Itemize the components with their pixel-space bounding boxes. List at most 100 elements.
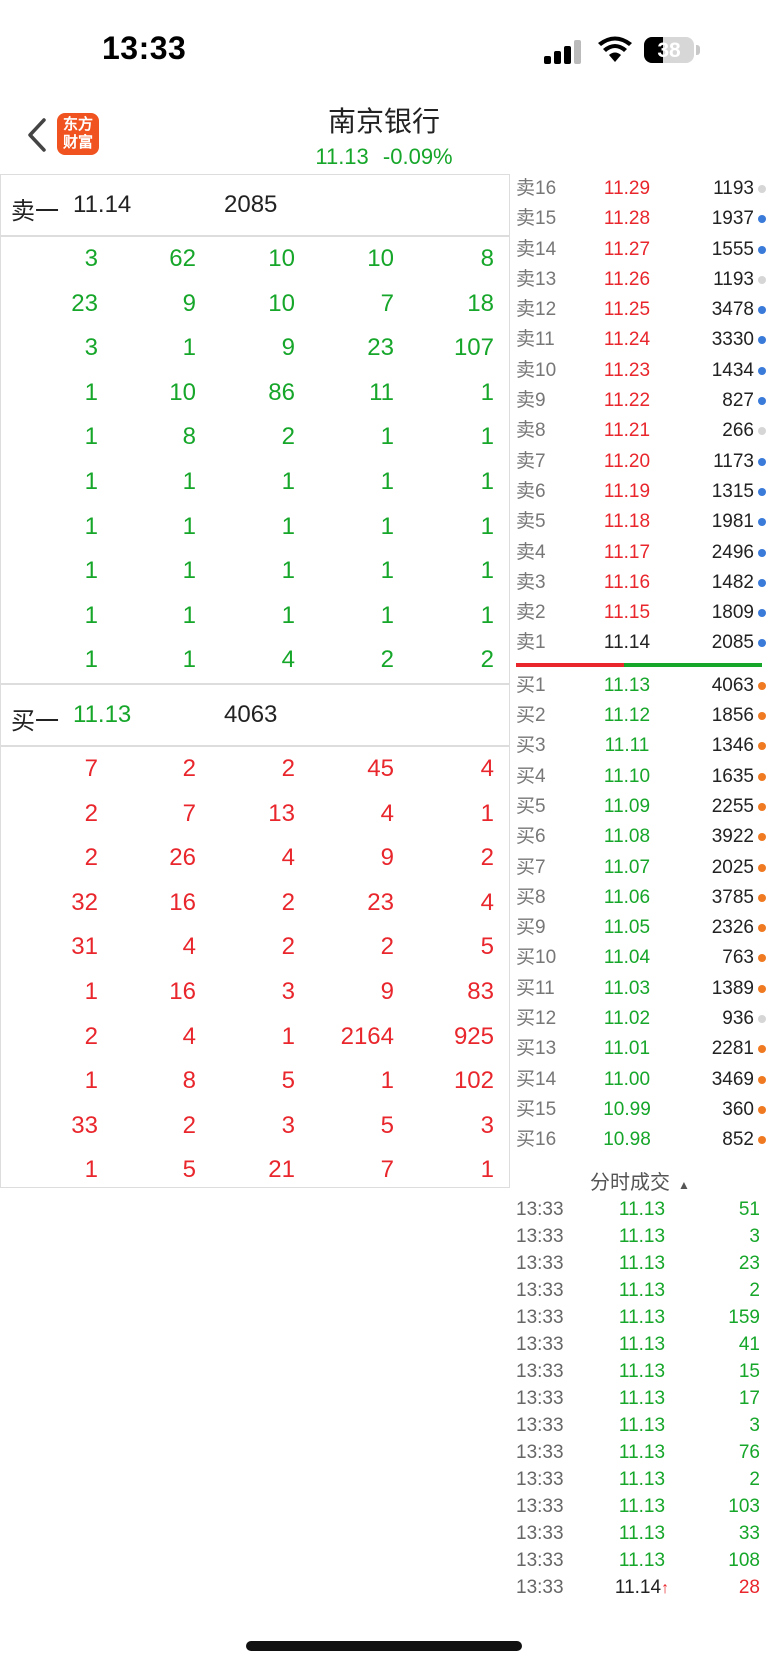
level-label: 卖13 xyxy=(516,268,557,290)
queue-cell: 1 xyxy=(380,1067,394,1095)
sell-one-header[interactable]: 卖一 11.14 2085 xyxy=(1,175,509,237)
level-label: 买1 xyxy=(516,674,546,696)
bid-level-row[interactable]: 买14 11.00 3469 xyxy=(512,1065,768,1095)
battery-icon: 38 xyxy=(644,37,694,63)
ask-level-row[interactable]: 卖8 11.21 266 xyxy=(512,416,768,446)
trade-time: 13:33 xyxy=(516,1199,564,1220)
queue-cell: 1 xyxy=(84,467,98,495)
bid-level-row[interactable]: 买8 11.06 3785 xyxy=(512,883,768,913)
level-dot-icon xyxy=(758,336,766,345)
bid-level-row[interactable]: 买2 11.12 1856 xyxy=(512,701,768,731)
queue-cell: 1 xyxy=(380,423,394,451)
bid-level-row[interactable]: 买5 11.09 2255 xyxy=(512,792,768,822)
queue-cell: 5 xyxy=(480,933,494,961)
trade-price: 11.13 xyxy=(592,1358,692,1385)
trade-price-value: 11.13 xyxy=(618,1469,666,1490)
queue-row: 3 62 10 10 8 xyxy=(1,237,509,282)
trade-price: 11.13 xyxy=(592,1466,692,1493)
trade-time: 13:33 xyxy=(516,1415,564,1436)
ask-level-row[interactable]: 卖2 11.15 1809 xyxy=(512,598,768,628)
ask-level-row[interactable]: 卖1 11.14 2085 xyxy=(512,628,768,658)
home-indicator[interactable] xyxy=(246,1641,522,1651)
level-price: 11.11 xyxy=(604,735,650,757)
level-volume: 763 xyxy=(722,947,754,969)
ask-level-row[interactable]: 卖16 11.29 1193 xyxy=(512,174,768,204)
trade-time: 13:33 xyxy=(516,1496,564,1517)
level-label: 买8 xyxy=(516,886,546,908)
sell-one-label: 卖一 xyxy=(11,198,59,225)
level-volume: 1173 xyxy=(713,450,754,472)
bid-level-row[interactable]: 买15 10.99 360 xyxy=(512,1095,768,1125)
bid-level-row[interactable]: 买4 11.10 1635 xyxy=(512,762,768,792)
queue-cell: 9 xyxy=(380,977,394,1005)
level-dot-icon xyxy=(758,802,766,811)
bid-level-row[interactable]: 买1 11.13 4063 xyxy=(512,671,768,701)
trade-row: 13:33 11.13 76 xyxy=(512,1439,768,1466)
buy-one-section: 买一 11.13 4063 7 2 2 45 4 2 7 13 4 1 2 26 4 9 2 32 16 2 23 4… xyxy=(1,683,509,1193)
level-volume: 1346 xyxy=(711,735,754,757)
level-price: 11.23 xyxy=(603,359,651,381)
trade-price-value: 11.13 xyxy=(618,1253,666,1274)
bid-level-row[interactable]: 买12 11.02 936 xyxy=(512,1004,768,1034)
bid-level-row[interactable]: 买16 10.98 852 xyxy=(512,1125,768,1155)
bid-level-row[interactable]: 买6 11.08 3922 xyxy=(512,822,768,852)
queue-row: 33 2 3 5 3 xyxy=(1,1104,509,1149)
queue-cell: 8 xyxy=(182,1067,196,1095)
level-dot-icon xyxy=(758,457,766,466)
queue-cell: 1 xyxy=(84,512,98,540)
level-label: 买12 xyxy=(516,1008,557,1030)
ask-level-row[interactable]: 卖6 11.19 1315 xyxy=(512,477,768,507)
level-price: 11.03 xyxy=(603,977,651,999)
level-price: 11.09 xyxy=(603,795,651,817)
trade-price: 11.13 xyxy=(592,1385,692,1412)
ask-level-row[interactable]: 卖9 11.22 827 xyxy=(512,386,768,416)
bid-level-row[interactable]: 买10 11.04 763 xyxy=(512,943,768,973)
ask-level-row[interactable]: 卖5 11.18 1981 xyxy=(512,507,768,537)
level-price: 11.20 xyxy=(603,450,651,472)
ask-level-row[interactable]: 卖12 11.25 3478 xyxy=(512,295,768,325)
queue-cell: 1 xyxy=(84,423,98,451)
level-dot-icon xyxy=(758,215,766,224)
level-label: 买7 xyxy=(516,856,546,878)
ask-level-row[interactable]: 卖15 11.28 1937 xyxy=(512,204,768,234)
queue-cell: 925 xyxy=(453,1022,494,1050)
trade-time: 13:33 xyxy=(516,1253,564,1274)
level-label: 卖9 xyxy=(516,390,546,412)
bid-level-row[interactable]: 买7 11.07 2025 xyxy=(512,853,768,883)
queue-cell: 4 xyxy=(182,1022,196,1050)
level-label: 卖6 xyxy=(516,480,546,502)
queue-cell: 1 xyxy=(182,512,196,540)
bid-level-row[interactable]: 买13 11.01 2281 xyxy=(512,1034,768,1064)
level-dot-icon xyxy=(758,984,766,993)
bid-level-row[interactable]: 买9 11.05 2326 xyxy=(512,913,768,943)
queue-row: 1 8 5 1 102 xyxy=(1,1059,509,1104)
trade-price: 11.13 xyxy=(592,1547,692,1574)
ask-level-row[interactable]: 卖11 11.24 3330 xyxy=(512,325,768,355)
ask-level-row[interactable]: 卖3 11.16 1482 xyxy=(512,568,768,598)
trade-volume: 103 xyxy=(728,1496,760,1517)
ask-level-row[interactable]: 卖4 11.17 2496 xyxy=(512,538,768,568)
level-price: 11.16 xyxy=(603,571,651,593)
trade-price: 11.13 xyxy=(592,1277,692,1304)
bid-level-row[interactable]: 买3 11.11 1346 xyxy=(512,731,768,761)
level-price: 11.25 xyxy=(603,299,651,321)
queue-cell: 8 xyxy=(480,245,494,272)
trade-price: 11.13 xyxy=(592,1412,692,1439)
queue-cell: 2 xyxy=(281,888,295,916)
level-price: 11.06 xyxy=(603,886,651,908)
buy-one-header[interactable]: 买一 11.13 4063 xyxy=(1,685,509,747)
queue-cell: 1 xyxy=(480,601,494,629)
trade-row: 13:33 11.13 3 xyxy=(512,1223,768,1250)
ask-level-row[interactable]: 卖13 11.26 1193 xyxy=(512,265,768,295)
trade-time: 13:33 xyxy=(516,1361,564,1382)
trade-price-value: 11.13 xyxy=(618,1496,666,1517)
ask-level-row[interactable]: 卖14 11.27 1555 xyxy=(512,235,768,265)
ask-level-row[interactable]: 卖10 11.23 1434 xyxy=(512,356,768,386)
ask-level-row[interactable]: 卖7 11.20 1173 xyxy=(512,447,768,477)
queue-row: 1 1 1 1 1 xyxy=(1,549,509,594)
bid-level-row[interactable]: 买11 11.03 1389 xyxy=(512,974,768,1004)
trade-volume: 51 xyxy=(738,1199,760,1220)
ratio-bar-red xyxy=(516,662,624,667)
queue-cell: 7 xyxy=(380,289,394,317)
trades-header[interactable]: 分时成交 ▲ xyxy=(512,1166,768,1198)
